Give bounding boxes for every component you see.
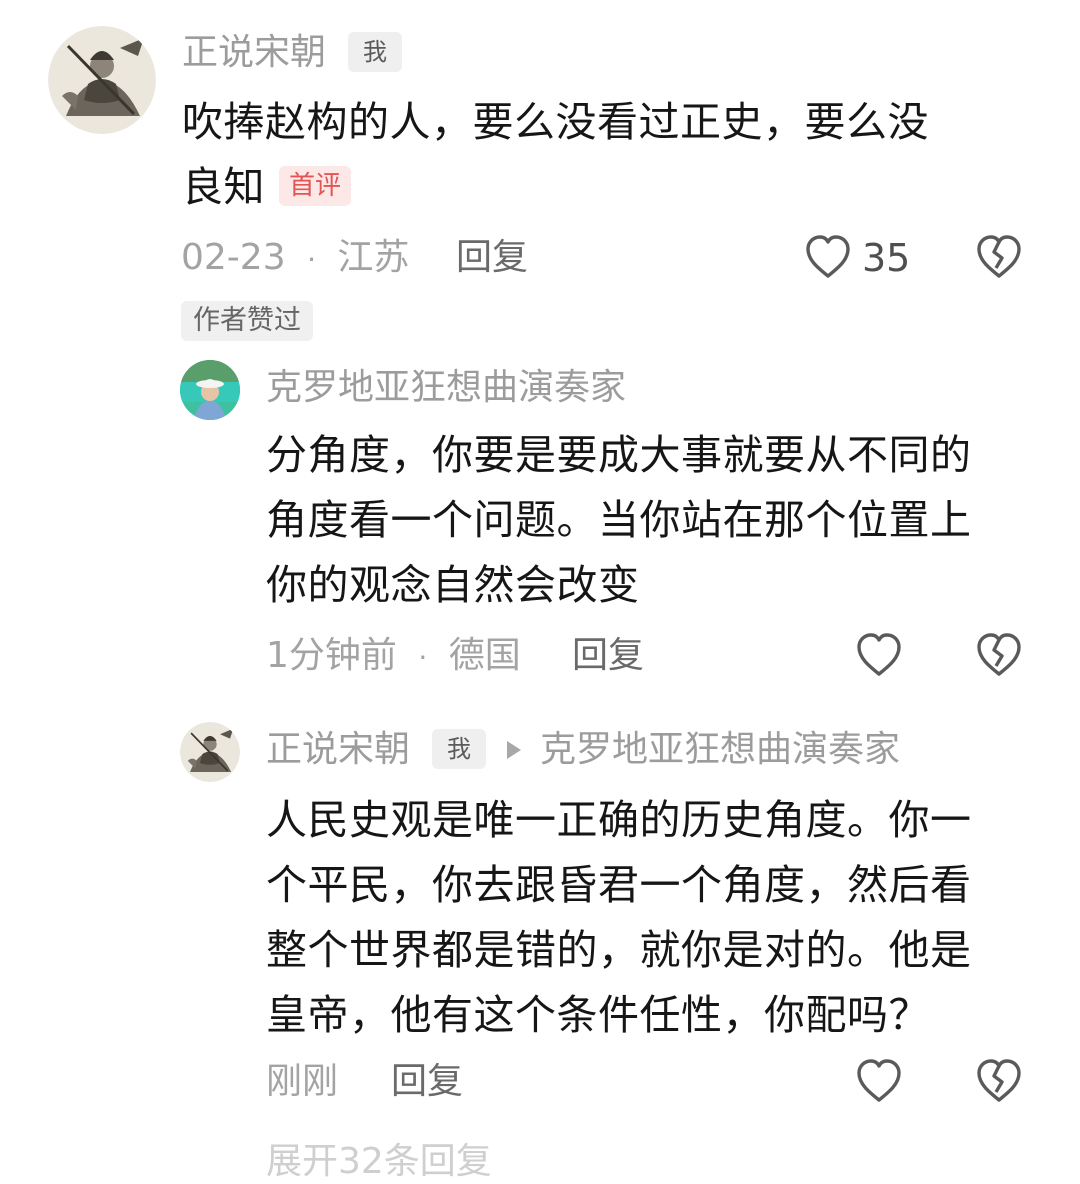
warrior-avatar-icon [48, 26, 156, 134]
like-count: 35 [862, 236, 911, 280]
dislike-button[interactable] [975, 632, 1023, 678]
meta-separator: · [307, 243, 316, 276]
reply-text-line: 角度看一个问题。当你站在那个位置上 [266, 496, 972, 544]
comment-text[interactable]: 吹捧赵构的人，要么没看过正史，要么没 良知 首评 [182, 90, 1042, 220]
broken-heart-icon [977, 633, 1021, 676]
person-lake-avatar-icon [180, 360, 240, 420]
reply-avatar[interactable] [180, 722, 240, 782]
comment-text-line-2: 良知 首评 [182, 155, 1042, 220]
first-comment-badge: 首评 [279, 166, 352, 206]
heart-icon [857, 633, 901, 676]
heart-icon [857, 1059, 901, 1102]
reply-meta: 1分钟前 · 德国 [266, 634, 521, 680]
warrior-avatar-icon [180, 722, 240, 782]
reply-button[interactable]: 回复 [572, 634, 644, 678]
comment-text-line-1: 吹捧赵构的人，要么没看过正史，要么没 [182, 98, 929, 146]
expand-replies-link[interactable]: 展开32条回复 [266, 1140, 492, 1184]
reply-avatar[interactable] [180, 360, 240, 420]
broken-heart-icon [977, 1059, 1021, 1102]
meta-separator: · [418, 641, 428, 674]
reply-arrow-icon [504, 738, 524, 766]
reply-text-line: 人民史观是唯一正确的历史角度。你一 [266, 796, 972, 844]
dislike-button[interactable] [975, 234, 1023, 280]
author-liked-badge: 作者赞过 [181, 301, 313, 341]
reply-location: 德国 [448, 635, 521, 676]
reply-text-line: 个平民，你去跟昏君一个角度，然后看 [266, 861, 972, 909]
me-tag: 我 [348, 32, 402, 72]
reply-author-name[interactable]: 正说宋朝 [266, 728, 410, 772]
comment-date: 02-23 [181, 237, 286, 278]
like-button[interactable] [855, 632, 903, 678]
like-button[interactable] [855, 1058, 903, 1104]
comment-location: 江苏 [337, 237, 410, 278]
reply-text-line: 你的观念自然会改变 [266, 561, 640, 609]
reply-time: 1分钟前 [266, 635, 397, 676]
broken-heart-icon [977, 235, 1021, 278]
comment-text-line-2-text: 良知 [182, 163, 265, 211]
reply-text-line: 皇帝，他有这个条件任性，你配吗？ [266, 991, 930, 1039]
reply-time: 刚刚 [266, 1061, 339, 1102]
comment-meta: 02-23 · 江苏 [181, 236, 409, 282]
dislike-button[interactable] [975, 1058, 1023, 1104]
like-button[interactable] [804, 234, 852, 280]
reply-button[interactable]: 回复 [456, 236, 528, 280]
heart-icon [806, 235, 850, 278]
reply-text-line: 整个世界都是错的，就你是对的。他是 [266, 926, 972, 974]
reply-text-line: 分角度，你要是要成大事就要从不同的 [266, 431, 972, 479]
reply-text[interactable]: 人民史观是唯一正确的历史角度。你一 个平民，你去跟昏君一个角度，然后看 整个世界… [266, 788, 1046, 1048]
user-avatar[interactable] [48, 26, 156, 134]
reply-author-name[interactable]: 克罗地亚狂想曲演奏家 [266, 366, 626, 410]
me-tag: 我 [432, 729, 486, 769]
comment-author-name[interactable]: 正说宋朝 [182, 31, 326, 75]
reply-text[interactable]: 分角度，你要是要成大事就要从不同的 角度看一个问题。当你站在那个位置上 你的观念… [266, 423, 1046, 618]
reply-to-name[interactable]: 克罗地亚狂想曲演奏家 [540, 728, 900, 772]
reply-button[interactable]: 回复 [391, 1060, 463, 1104]
